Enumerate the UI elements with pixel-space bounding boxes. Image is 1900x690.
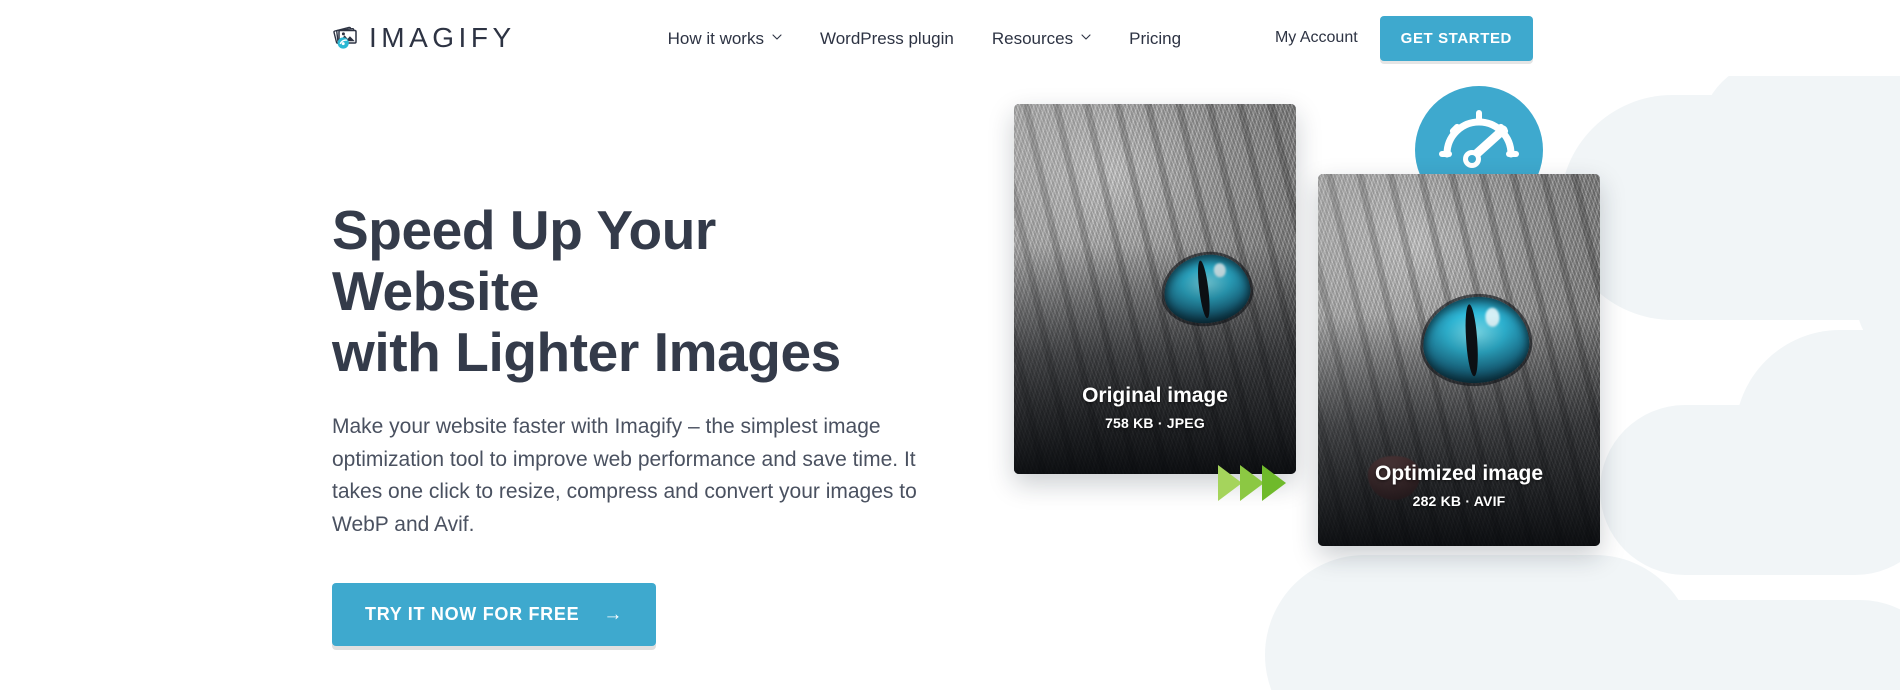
page-title: Speed Up Your Website with Lighter Image… [332,199,932,384]
chevron-down-icon [1081,32,1091,42]
nav-label: WordPress plugin [819,28,954,48]
brand-logo[interactable]: IMAGIFY [332,24,516,52]
main-navigation: How it works WordPress plugin Resources … [649,30,1200,47]
hero-section: Speed Up Your Website with Lighter Image… [0,76,1900,647]
hero-copy: Speed Up Your Website with Lighter Image… [332,76,932,647]
brand-name: IMAGIFY [369,22,516,53]
try-it-now-button[interactable]: TRY IT NOW FOR FREE → [332,583,657,647]
optimized-image-card[interactable]: Optimized image 282 KB · AVIF [1318,174,1600,546]
my-account-link[interactable]: My Account [1275,29,1358,47]
nav-item-resources[interactable]: Resources [973,30,1110,47]
hero-visual: Original image 758 KB · JPEG Optimized i… [1004,76,1644,646]
try-it-now-label: TRY IT NOW FOR FREE [365,604,580,625]
page-title-line-2: with Lighter Images [332,321,841,384]
arrow-right-icon: → [603,604,624,626]
original-image-title: Original image [1082,383,1228,407]
optimized-image-meta: 282 KB · AVIF [1412,493,1506,509]
original-image-meta: 758 KB · JPEG [1105,415,1205,431]
fast-forward-arrows-icon [1216,461,1290,505]
nav-item-pricing[interactable]: Pricing [1110,30,1200,47]
page-title-line-1: Speed Up Your Website [332,199,716,323]
original-image-caption: Original image 758 KB · JPEG [1014,383,1296,431]
header-actions: My Account GET STARTED [1275,15,1900,61]
get-started-button[interactable]: GET STARTED [1379,15,1533,61]
optimized-image-caption: Optimized image 282 KB · AVIF [1318,461,1600,509]
optimized-image-title: Optimized image [1374,461,1544,485]
site-header: IMAGIFY How it works WordPress plugin Re… [0,0,1900,76]
chevron-down-icon [772,32,782,42]
original-image-card[interactable]: Original image 758 KB · JPEG [1014,104,1296,474]
nav-label: How it works [667,28,764,48]
nav-label: Pricing [1129,28,1182,48]
nav-label: Resources [991,28,1074,48]
hero-subtitle: Make your website faster with Imagify – … [332,415,917,536]
nav-item-how-it-works[interactable]: How it works [649,30,801,47]
photo-stack-icon [332,24,360,52]
nav-item-wordpress-plugin[interactable]: WordPress plugin [801,30,973,47]
